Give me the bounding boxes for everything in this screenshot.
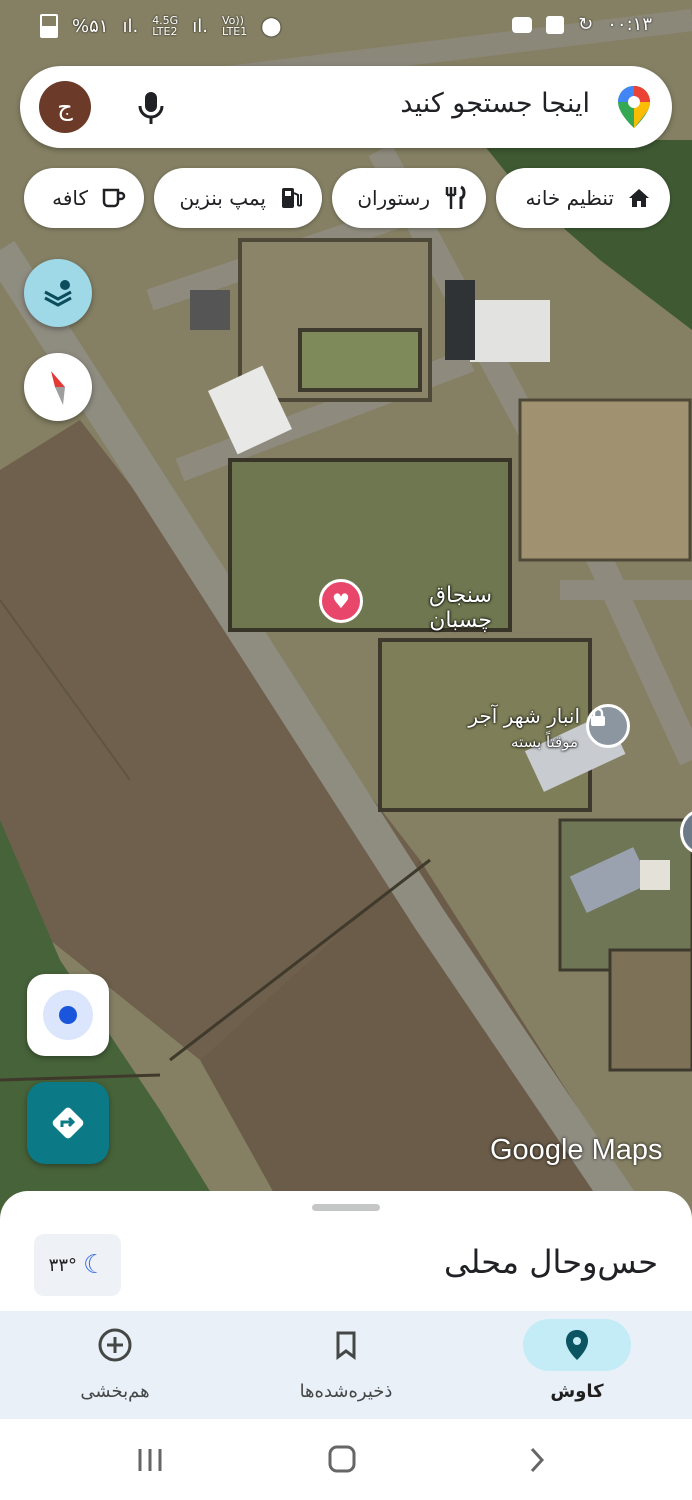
directions-button[interactable]: [27, 1082, 109, 1164]
layers-button[interactable]: [24, 259, 92, 327]
chip-gas-station[interactable]: پمپ بنزین: [154, 168, 322, 228]
status-bar: %۵۱ ıl. 4.5G LTE2 ıl. Vo)) LTE1 ⬤ ↻ ۰۰:۱…: [0, 0, 692, 54]
temperature: ۳۳°: [48, 1254, 78, 1276]
location-pin-icon: [566, 1330, 588, 1360]
tab-explore-pill: [523, 1319, 631, 1371]
location-icon: ⬤: [261, 15, 282, 37]
status-left: %۵۱ ıl. 4.5G LTE2 ıl. Vo)) LTE1 ⬤: [40, 14, 281, 38]
coffee-icon: [100, 185, 126, 211]
tab-explore-label: کاوش: [550, 1381, 604, 1402]
network-1: 4.5G LTE2: [152, 14, 179, 38]
google-maps-pin-icon: [616, 84, 652, 130]
chip-label: تنظیم خانه: [525, 186, 614, 210]
search-bar[interactable]: ج اینجا جستجو کنید: [20, 66, 672, 148]
battery-percent: %۵۱: [72, 15, 109, 37]
heart-icon: ♥: [332, 589, 350, 613]
sync-icon: ↻: [578, 14, 594, 35]
network-2: Vo)) LTE1: [221, 14, 248, 38]
sheet-title: حس‌وحال محلی: [443, 1243, 658, 1281]
poi-status: موقتاً بسته: [511, 733, 578, 751]
my-location-icon: [43, 990, 93, 1040]
compass-icon: [51, 371, 65, 405]
chip-label: کافه: [52, 186, 88, 210]
system-navigation-bar: [0, 1419, 692, 1500]
my-location-button[interactable]: [27, 974, 109, 1056]
poi-pin[interactable]: [586, 704, 630, 748]
clock: ۰۰:۱۳: [607, 14, 652, 35]
home-button[interactable]: [326, 1443, 358, 1475]
google-maps-watermark: Google Maps: [490, 1134, 663, 1166]
status-right: ↻ ۰۰:۱۳: [512, 14, 652, 35]
avatar[interactable]: ج: [39, 81, 91, 133]
poi-name[interactable]: انبار شهر آجر: [430, 704, 580, 728]
saved-place-pin[interactable]: ♥: [319, 579, 363, 623]
signal-1-icon: ıl.: [122, 15, 139, 37]
tab-saved[interactable]: ذخیره‌شده‌ها: [231, 1311, 461, 1419]
chip-home[interactable]: تنظیم خانه: [496, 168, 670, 228]
tab-contribute[interactable]: هم‌بخشی: [0, 1311, 230, 1419]
tab-saved-label: ذخیره‌شده‌ها: [299, 1381, 393, 1402]
bookmark-icon: [336, 1331, 356, 1360]
tab-contribute-label: هم‌بخشی: [80, 1381, 150, 1402]
bottom-sheet[interactable]: ۳۳° ☾ حس‌وحال محلی: [0, 1191, 692, 1321]
add-circle-icon: [98, 1328, 132, 1362]
saved-place-label[interactable]: سنجاق چسبان: [362, 583, 492, 633]
app-notification-icon: [546, 15, 565, 34]
gas-pump-icon: [278, 185, 304, 211]
tab-explore[interactable]: کاوش: [462, 1311, 692, 1419]
mic-icon[interactable]: [128, 84, 174, 130]
chip-label: پمپ بنزین: [179, 186, 266, 210]
home-icon: [626, 185, 652, 211]
chip-label: رستوران: [357, 186, 430, 210]
recents-button[interactable]: [130, 1445, 170, 1475]
moon-icon: ☾: [83, 1250, 107, 1280]
weather-badge[interactable]: ۳۳° ☾: [34, 1234, 121, 1296]
lock-icon: [591, 707, 605, 726]
bottom-nav: کاوش ذخیره‌شده‌ها هم‌بخشی: [0, 1311, 692, 1419]
message-icon: [512, 16, 533, 33]
fork-knife-icon: [442, 185, 468, 211]
signal-2-icon: ıl.: [192, 15, 208, 37]
battery-icon: [40, 14, 58, 38]
recents-icon: [138, 1449, 162, 1471]
layers-icon: [44, 280, 72, 307]
tab-contribute-pill: [61, 1319, 169, 1371]
sheet-drag-handle[interactable]: [312, 1204, 380, 1211]
home-nav-icon: [328, 1445, 356, 1473]
compass-button[interactable]: [24, 353, 92, 421]
chip-restaurant[interactable]: رستوران: [332, 168, 486, 228]
tab-saved-pill: [292, 1319, 400, 1371]
chip-cafe[interactable]: کافه: [24, 168, 144, 228]
directions-icon: [52, 1107, 84, 1139]
search-input[interactable]: اینجا جستجو کنید: [400, 88, 590, 119]
back-button[interactable]: [522, 1445, 552, 1475]
back-chevron-icon: [530, 1447, 545, 1473]
